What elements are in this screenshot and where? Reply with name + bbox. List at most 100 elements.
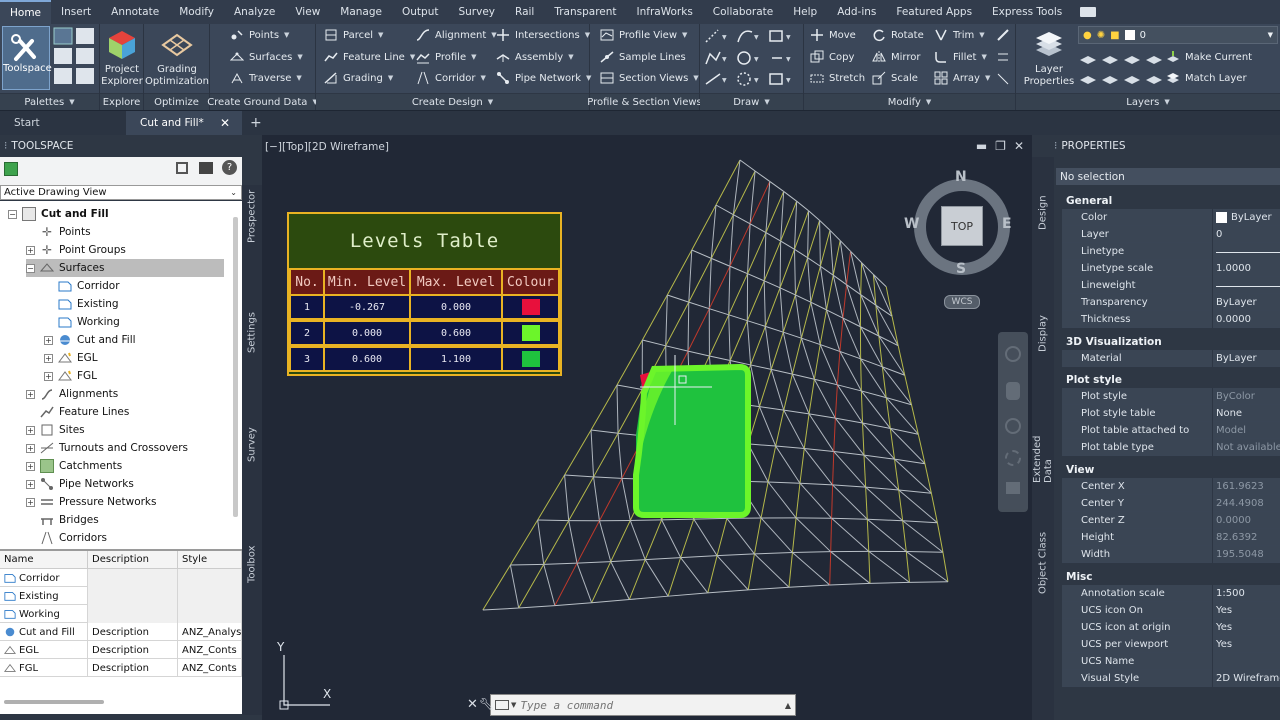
copy-button[interactable]: Copy [810,48,854,66]
match-layer-button[interactable]: Match Layer [1166,69,1247,87]
prop-row-linetype[interactable]: Linetype [1062,243,1280,260]
panel-title-palettes[interactable]: Palettes ▼ [0,93,99,110]
prop-row-plot-table-attached[interactable]: Plot table attached to Model [1062,422,1280,439]
layer-properties-button[interactable]: Layer Properties [1020,28,1078,88]
modify-extra-icons[interactable] [994,26,1014,86]
props-tab-design[interactable]: Design [1032,191,1054,235]
close-command-icon[interactable]: ✕ [467,697,478,712]
list-header-style[interactable]: Style [178,551,242,569]
tab-insert[interactable]: Insert [51,0,101,24]
prop-row-plot-table-type[interactable]: Plot table type Not available [1062,439,1280,456]
tab-analyze[interactable]: Analyze [224,0,285,24]
props-section-3d-visualization[interactable]: 3D Visualization [1062,333,1280,350]
tree-scrollbar[interactable] [233,217,238,517]
list-header-name[interactable]: Name [0,551,88,569]
tree-item-point-groups[interactable]: + ✛ Point Groups [26,241,126,259]
props-section-misc[interactable]: Misc [1062,568,1280,585]
move-button[interactable]: Move [810,26,856,44]
prop-row-ucs-per-viewport[interactable]: UCS per viewport Yes [1062,636,1280,653]
grip-icon[interactable]: ⁝ [1054,140,1057,152]
drawing-viewport[interactable]: [−][Top][2D Wireframe] ▬ ❐ ✕ TOP N S E W… [262,135,1032,720]
feature-line-button[interactable]: Feature Line ▼ [324,48,415,66]
prop-row-center-z[interactable]: Center Z 0.0000 [1062,512,1280,529]
doc-tab-start[interactable]: Start [0,111,126,135]
command-chevron-icon[interactable]: ▼ [511,701,516,709]
compass-south[interactable]: S [956,261,966,277]
props-section-view[interactable]: View [1062,461,1280,478]
tree-item-points[interactable]: ✛ Points [40,223,91,241]
viewport-controls-label[interactable]: [−][Top][2D Wireframe] [265,141,389,153]
tree-item-pressure-networks[interactable]: + Pressure Networks [26,493,156,511]
tab-help[interactable]: Help [783,0,827,24]
prop-row-layer[interactable]: Layer 0 [1062,226,1280,243]
prop-row-width[interactable]: Width 195.5048 [1062,546,1280,563]
help-icon[interactable]: ? [222,160,237,175]
tree-item-feature-lines[interactable]: Feature Lines [40,403,129,421]
project-explorer-button[interactable]: Project Explorer [101,28,143,88]
close-tab-icon[interactable]: ✕ [220,116,230,130]
panel-title-create-design[interactable]: Create Design ▼ [316,93,589,110]
zoom-icon[interactable] [1005,418,1021,434]
profile-button[interactable]: Profile ▼ [416,48,476,66]
assembly-button[interactable]: Assembly ▼ [496,48,574,66]
list-row[interactable]: Existing [0,587,242,605]
tree-item-bridges[interactable]: Bridges [40,511,99,529]
prop-row-visual-style[interactable]: Visual Style 2D Wireframe [1062,670,1280,687]
props-tab-display[interactable]: Display [1032,311,1054,357]
traverse-button[interactable]: Traverse ▼ [230,69,302,87]
tab-output[interactable]: Output [392,0,448,24]
side-tab-survey[interactable]: Survey [242,425,262,465]
prop-row-transparency[interactable]: Transparency ByLayer [1062,294,1280,311]
tab-infraworks[interactable]: InfraWorks [627,0,703,24]
prop-row-lineweight[interactable]: Lineweight [1062,277,1280,294]
tree-item-sites[interactable]: + Sites [26,421,85,439]
prop-row-ucs-icon-origin[interactable]: UCS icon at origin Yes [1062,619,1280,636]
grading-button[interactable]: Grading ▼ [324,69,393,87]
tree-item-existing-surface[interactable]: Existing [58,295,119,313]
layer-dropdown[interactable]: ● ✺ ■ 0 ▼ [1078,26,1278,44]
list-row[interactable]: Cut and Fill Description ANZ_Analys [0,623,242,641]
side-tab-settings[interactable]: Settings [242,307,262,357]
prop-row-ucs-name[interactable]: UCS Name [1062,653,1280,670]
tree-item-turnouts[interactable]: + Turnouts and Crossovers [26,439,188,457]
section-views-button[interactable]: Section Views ▼ [600,69,699,87]
tab-manage[interactable]: Manage [330,0,392,24]
list-header-description[interactable]: Description [88,551,178,569]
tree-item-corridors[interactable]: Corridors [40,529,107,547]
stretch-button[interactable]: Stretch [810,69,865,87]
tree-item-surfaces[interactable]: − Surfaces [26,259,224,277]
prop-row-plot-style-table[interactable]: Plot style table None [1062,405,1280,422]
panel-title-draw[interactable]: Draw ▼ [700,93,803,110]
panel-title-create-ground-data[interactable]: Create Ground Data▼ [207,93,318,110]
toolspace-view-dropdown[interactable]: Active Drawing View ⌄ [0,185,242,200]
sample-lines-button[interactable]: Sample Lines [600,48,686,66]
trim-button[interactable]: Trim ▼ [934,26,985,44]
tab-annotate[interactable]: Annotate [101,0,169,24]
tree-view-icon[interactable] [176,162,188,174]
tree-item-cut-and-fill-drawing[interactable]: − Cut and Fill [8,205,109,223]
compass-north[interactable]: N [955,169,967,185]
tab-collaborate[interactable]: Collaborate [703,0,783,24]
prop-row-linetype-scale[interactable]: Linetype scale 1.0000 [1062,260,1280,277]
tree-item-cut-and-fill-surface[interactable]: + Cut and Fill [44,331,136,349]
list-view-icon[interactable] [199,162,213,174]
tab-modify[interactable]: Modify [169,0,224,24]
tab-add-ins[interactable]: Add-ins [827,0,886,24]
command-history-icon[interactable] [495,700,509,710]
side-tab-prospector[interactable]: Prospector [242,185,262,247]
prop-row-annotation-scale[interactable]: Annotation scale 1:500 [1062,585,1280,602]
orbit-icon[interactable] [1005,450,1021,466]
side-tab-toolbox[interactable]: Toolbox [242,541,262,587]
points-button[interactable]: Points ▼ [230,26,289,44]
tab-express-tools[interactable]: Express Tools [982,0,1072,24]
alignment-button[interactable]: Alignment ▼ [416,26,497,44]
compass-west[interactable]: W [904,216,919,232]
drawing-icon[interactable] [4,162,18,176]
tree-item-egl[interactable]: + EGL [44,349,98,367]
prop-row-height[interactable]: Height 82.6392 [1062,529,1280,546]
tree-item-catchments[interactable]: + Catchments [26,457,122,475]
panel-title-layers[interactable]: Layers ▼ [1016,93,1280,110]
tree-item-working-surface[interactable]: Working [58,313,120,331]
viewcube[interactable]: TOP N S E W [904,169,1016,281]
levels-table[interactable]: Levels Table No. Min. Level Max. Level C… [287,212,562,376]
